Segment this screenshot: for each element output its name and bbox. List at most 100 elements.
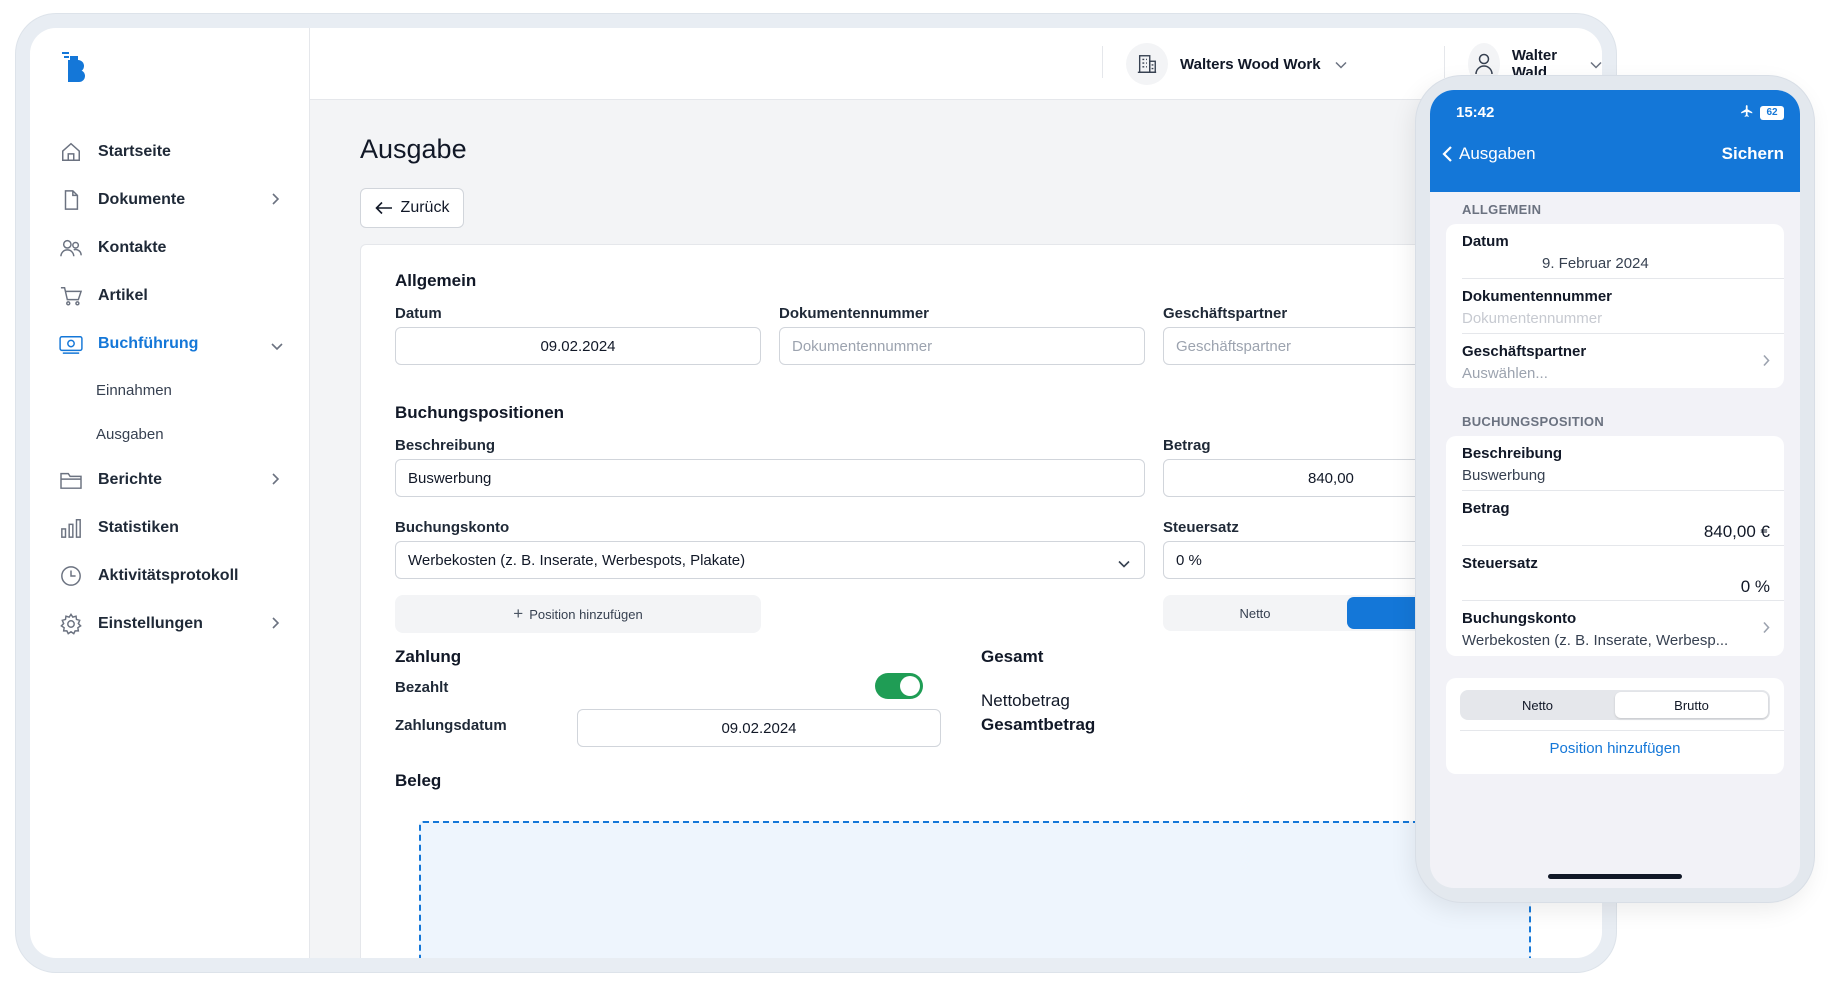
phone-partner-row[interactable]: Geschäftspartner Auswählen... [1462, 334, 1784, 388]
date-value: 09.02.2024 [540, 337, 616, 355]
phone-amount-row[interactable]: Betrag 840,00 € [1462, 491, 1784, 546]
receipt-dropzone[interactable] [419, 821, 1531, 958]
phone-header: 15:42 62 Ausgaben Sichern [1430, 90, 1800, 192]
chevron-down-icon [270, 338, 284, 356]
phone-date-label: Datum [1462, 233, 1509, 250]
arrow-left-icon [374, 201, 392, 215]
phone-account-row[interactable]: Buchungskonto Werbekosten (z. B. Inserat… [1462, 601, 1784, 656]
net-amount-label: Nettobetrag [981, 691, 1070, 710]
partner-placeholder: Geschäftspartner [1176, 337, 1292, 355]
company-switcher[interactable]: Walters Wood Work [1126, 40, 1347, 88]
sidebar-item-buchfuehrung[interactable]: Buchführung [30, 320, 310, 368]
desktop-frame: Startseite Dokumente Kontakte Artikel Bu… [16, 14, 1616, 972]
payment-date-label: Zahlungsdatum [395, 717, 507, 734]
phone-brutto-option[interactable]: Brutto [1615, 692, 1768, 718]
docnum-field[interactable]: Dokumentennummer [779, 327, 1145, 365]
phone-docnum-row[interactable]: Dokumentennummer Dokumentennummer [1462, 279, 1784, 334]
chevron-right-icon [270, 472, 280, 491]
sidebar-item-dokumente[interactable]: Dokumente [30, 176, 310, 224]
phone-netto-brutto-toggle: Netto Brutto [1460, 690, 1770, 720]
account-select[interactable]: Werbekosten (z. B. Inserate, Werbespots,… [395, 541, 1145, 579]
sidebar-subitem-einnahmen[interactable]: Einnahmen [30, 368, 310, 412]
partner-label: Geschäftspartner [1163, 305, 1288, 322]
netto-option[interactable]: Netto [1163, 595, 1347, 631]
phone-partner-label: Geschäftspartner [1462, 343, 1587, 360]
phone-docnum-placeholder: Dokumentennummer [1462, 310, 1603, 327]
tax-label: Steuersatz [1163, 519, 1239, 536]
amount-label: Betrag [1163, 437, 1211, 454]
sidebar-subitem-ausgaben[interactable]: Ausgaben [30, 412, 310, 456]
phone-divider [1460, 730, 1784, 731]
chevron-right-icon [270, 192, 280, 211]
paid-toggle[interactable] [875, 673, 923, 699]
toggle-knob [900, 676, 920, 696]
money-icon [58, 331, 84, 357]
sidebar-item-einstellungen[interactable]: Einstellungen [30, 600, 310, 648]
paid-label: Bezahlt [395, 679, 449, 696]
chevron-down-icon [1118, 555, 1130, 572]
phone-description-row[interactable]: Beschreibung Buswerbung [1462, 436, 1784, 491]
phone-actions-group: Netto Brutto Position hinzufügen [1446, 678, 1784, 774]
gear-icon [58, 611, 84, 637]
home-icon [58, 139, 84, 165]
chevron-down-icon [1335, 56, 1347, 73]
app-logo[interactable] [60, 50, 90, 82]
phone-save-button[interactable]: Sichern [1722, 144, 1784, 164]
docnum-placeholder: Dokumentennummer [792, 337, 933, 355]
cart-icon [58, 283, 84, 309]
phone-netto-option[interactable]: Netto [1460, 690, 1615, 720]
chevron-left-icon [1442, 146, 1452, 162]
sidebar-item-label: Artikel [98, 287, 148, 304]
phone-back-button[interactable]: Ausgaben [1442, 144, 1536, 164]
description-label: Beschreibung [395, 437, 496, 454]
phone-account-value: Werbekosten (z. B. Inserate, Werbesp... [1462, 632, 1729, 649]
phone-add-position-button[interactable]: Position hinzufügen [1446, 740, 1784, 757]
sidebar-subitem-label: Ausgaben [96, 425, 164, 443]
phone-account-label: Buchungskonto [1462, 610, 1577, 627]
phone-section-general: ALLGEMEIN [1462, 202, 1542, 217]
phone-date-row[interactable]: Datum 9. Februar 2024 [1462, 224, 1784, 279]
home-indicator [1548, 874, 1682, 879]
phone-netto-label: Netto [1521, 697, 1554, 713]
desktop-screen: Startseite Dokumente Kontakte Artikel Bu… [30, 28, 1602, 958]
phone-tax-label: Steuersatz [1462, 555, 1538, 572]
sidebar-item-kontakte[interactable]: Kontakte [30, 224, 310, 272]
amount-value: 840,00 [1308, 469, 1354, 487]
payment-date-field[interactable]: 09.02.2024 [577, 709, 941, 747]
page-title: Ausgabe [360, 134, 467, 164]
back-button-label: Zurück [400, 199, 450, 216]
topbar: Walters Wood Work Walter Wald [310, 28, 1602, 100]
phone-amount-value: 840,00 € [1703, 522, 1770, 541]
phone-tax-row[interactable]: Steuersatz 0 % [1462, 546, 1784, 601]
airplane-icon [1740, 104, 1754, 121]
chevron-down-icon [1590, 56, 1602, 73]
docnum-label: Dokumentennummer [779, 305, 930, 322]
sidebar-item-aktivitaetsprotokoll[interactable]: Aktivitätsprotokoll [30, 552, 310, 600]
sidebar-item-berichte[interactable]: Berichte [30, 456, 310, 504]
sidebar-item-label: Einstellungen [98, 615, 203, 632]
phone-date-value: 9. Februar 2024 [1542, 255, 1649, 272]
phone-docnum-label: Dokumentennummer [1462, 288, 1613, 305]
payment-date-value: 09.02.2024 [721, 719, 797, 737]
sidebar-item-label: Dokumente [98, 191, 186, 208]
phone-general-group: Datum 9. Februar 2024 Dokumentennummer D… [1446, 224, 1784, 388]
sidebar-item-statistiken[interactable]: Statistiken [30, 504, 310, 552]
battery-indicator: 62 [1760, 105, 1784, 120]
back-button[interactable]: Zurück [360, 188, 464, 228]
sidebar-item-startseite[interactable]: Startseite [30, 128, 310, 176]
chevron-right-icon [1762, 621, 1770, 639]
plus-icon: + [513, 604, 524, 623]
netto-label: Netto [1239, 605, 1271, 621]
sidebar-item-label: Berichte [98, 471, 163, 488]
phone-section-position: BUCHUNGSPOSITION [1462, 414, 1605, 429]
contacts-icon [58, 235, 84, 261]
date-field[interactable]: 09.02.2024 [395, 327, 761, 365]
description-field[interactable]: Buswerbung [395, 459, 1145, 497]
sidebar-item-artikel[interactable]: Artikel [30, 272, 310, 320]
document-icon [58, 187, 84, 213]
add-position-button[interactable]: + Position hinzufügen [395, 595, 761, 633]
gross-amount-label: Gesamtbetrag [981, 715, 1096, 734]
description-value: Buswerbung [408, 469, 492, 487]
date-label: Datum [395, 305, 442, 322]
account-value: Werbekosten (z. B. Inserate, Werbespots,… [408, 551, 746, 569]
